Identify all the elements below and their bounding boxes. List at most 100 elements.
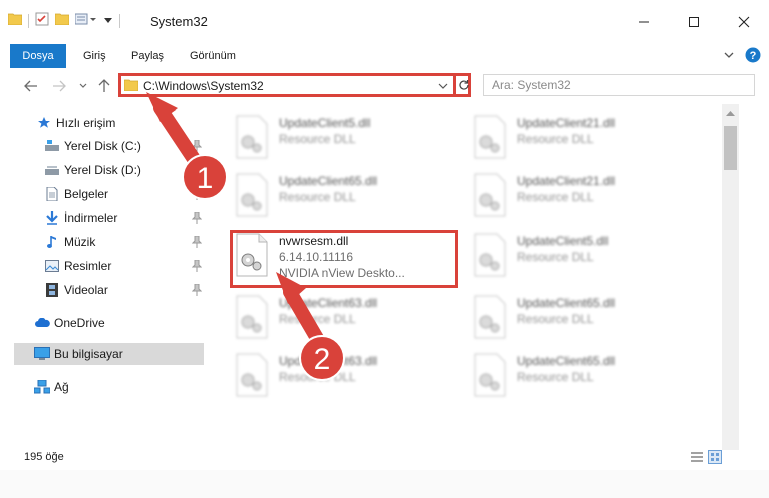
details-view-button[interactable] [690,450,704,467]
sidebar-item-network[interactable]: Ağ [34,376,69,398]
sidebar-item-pictures[interactable]: Resimler [44,255,111,277]
pin-icon[interactable] [191,283,203,296]
navigation-pane: Hızlı erişim Yerel Disk (C:) Yerel Disk … [0,110,205,450]
ribbon-right-controls: ? [723,47,761,66]
star-icon [36,115,52,131]
file-tile[interactable]: UpdateClient5.dll Resource DLL [233,112,463,170]
sidebar-item-label: Belgeler [64,187,109,201]
sidebar-item-label: Ağ [54,380,69,394]
file-tile[interactable]: UpdateClient63.dll Resource DLL [233,292,463,350]
tiles-view-button[interactable] [708,450,722,467]
scrollbar-thumb[interactable] [724,126,737,170]
sidebar-item-label: Videolar [64,283,108,297]
title-bar: System32 [0,0,769,44]
tab-share[interactable]: Paylaş [131,44,164,68]
address-bar[interactable]: C:\Windows\System32 [118,73,471,97]
pin-icon[interactable] [191,211,203,224]
pin-icon[interactable] [191,139,203,152]
details-view-icon [691,452,703,462]
file-name: UpdateClient5.dll [517,234,609,248]
help-button[interactable]: ? [745,47,761,66]
file-name: UpdateClient21.dll [517,116,616,130]
address-dropdown-button[interactable] [438,80,448,94]
vertical-scrollbar[interactable] [722,104,739,450]
pin-icon[interactable] [191,187,203,200]
file-description: Resource DLL [517,312,594,326]
address-path[interactable]: C:\Windows\System32 [143,79,264,93]
dll-file-icon [474,353,506,397]
svg-text:?: ? [750,50,757,62]
file-description: Resource DLL [517,250,594,264]
sidebar-item-label: Bu bilgisayar [54,347,123,361]
target-file-highlight [230,230,458,288]
up-button[interactable] [95,77,113,95]
tab-view[interactable]: Görünüm [190,44,236,68]
file-name: UpdateClient5.dll [279,116,371,130]
file-tile[interactable]: UpdateClient65.dll Resource DLL [471,350,701,408]
close-icon [738,16,750,28]
file-description: Resource DLL [279,190,356,204]
file-tile[interactable]: UpdateClient21.dll Resource DLL [471,112,701,170]
drive-icon [44,138,60,154]
sidebar-item-label: Hızlı erişim [56,116,116,130]
properties-icon[interactable] [35,12,49,29]
sidebar-item-local-disk-d[interactable]: Yerel Disk (D:) [44,159,141,181]
pin-icon[interactable] [191,235,203,248]
search-placeholder: Ara: System32 [492,78,571,92]
maximize-button[interactable] [669,0,719,44]
dll-file-icon [236,115,268,159]
sidebar-item-local-disk-c[interactable]: Yerel Disk (C:) [44,135,141,157]
new-folder-icon[interactable] [54,13,70,28]
sidebar-item-label: Resimler [64,259,112,273]
forward-button[interactable] [50,77,68,95]
dll-file-icon [474,295,506,339]
tab-file[interactable]: Dosya [10,44,66,68]
file-description: Resource DLL [279,370,356,384]
file-tile[interactable]: UpdateClient65.dll Resource DLL [233,170,463,228]
minimize-button[interactable] [619,0,669,44]
file-tile[interactable]: UpdateClient65.dll Resource DLL [471,292,701,350]
chevron-down-icon[interactable] [103,14,113,28]
sidebar-item-music[interactable]: Müzik [44,231,95,253]
sidebar-item-downloads[interactable]: İndirmeler [44,207,117,229]
search-box[interactable]: Ara: System32 [483,74,755,96]
dll-file-icon [474,173,506,217]
sidebar-item-documents[interactable]: Belgeler [44,183,108,205]
arrow-left-icon [24,80,37,92]
sidebar-item-this-pc[interactable]: Bu bilgisayar [14,343,204,365]
file-description: Resource DLL [279,132,356,146]
sidebar-item-label: Müzik [64,235,96,249]
status-bar: 195 öğe [0,448,769,470]
sidebar-item-quick-access[interactable]: Hızlı erişim [36,112,115,134]
file-description: Resource DLL [517,132,594,146]
tab-home[interactable]: Giriş [83,44,106,68]
file-tile[interactable]: UpdateClient5.dll Resource DLL [471,230,701,288]
customize-toolbar-icon[interactable] [74,13,97,28]
folder-icon [123,79,139,94]
chevron-up-icon[interactable] [726,110,735,116]
navigation-bar: C:\Windows\System32 Ara: System32 [0,70,769,102]
file-name: UpdateClient21.dll [517,174,616,188]
arrow-right-icon [53,80,66,92]
refresh-icon [459,80,469,90]
file-name: UpdateClient65.dll [279,174,378,188]
sidebar-item-videos[interactable]: Videolar [44,279,108,301]
maximize-icon [689,17,699,27]
pin-icon[interactable] [191,259,203,272]
music-note-icon [44,234,60,250]
recent-locations-button[interactable] [74,77,92,95]
close-button[interactable] [719,0,769,44]
refresh-button[interactable] [453,76,472,94]
ribbon-tabs: Dosya Giriş Paylaş Görünüm ? [0,44,769,68]
file-description: Resource DLL [517,370,594,384]
chevron-down-icon [438,83,448,89]
file-name: UpdateClient65.dll [517,296,616,310]
file-tile[interactable]: UpdateClient63.dll Resource DLL [233,350,463,408]
tiles-view-icon [708,450,722,464]
back-button[interactable] [22,77,40,95]
file-tile[interactable]: UpdateClient21.dll Resource DLL [471,170,701,228]
expand-ribbon-button[interactable] [723,49,735,64]
sidebar-item-onedrive[interactable]: OneDrive [34,312,105,334]
file-name: UpdateClient65.dll [517,354,616,368]
document-icon [44,186,60,202]
